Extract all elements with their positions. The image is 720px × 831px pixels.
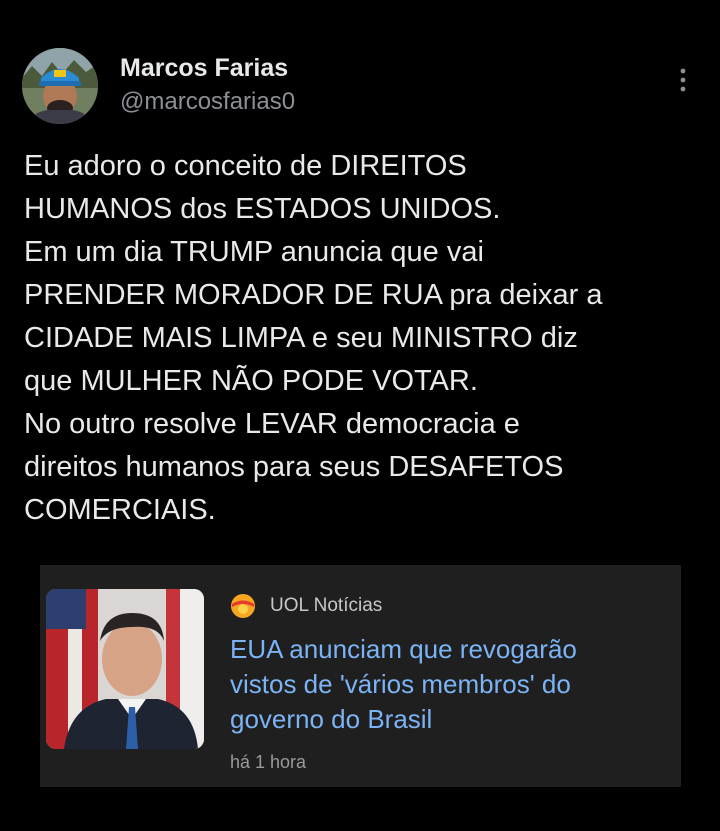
news-thumbnail-image bbox=[46, 589, 204, 749]
more-vertical-icon bbox=[680, 68, 686, 92]
news-timestamp: há 1 hora bbox=[230, 752, 307, 772]
tweet-text-line: PRENDER MORADOR DE RUA pra deixar a bbox=[24, 279, 603, 311]
news-thumbnail bbox=[46, 589, 204, 749]
tweet-text-line: COMERCIAIS. bbox=[24, 494, 216, 526]
news-headline-line: vistos de 'vários membros' do bbox=[230, 669, 571, 699]
tweet-text-line: CIDADE MAIS LIMPA e seu MINISTRO diz bbox=[24, 322, 578, 354]
tweet-text-line: No outro resolve LEVAR democracia e bbox=[24, 408, 520, 440]
uol-logo-icon bbox=[231, 594, 255, 618]
more-options-button[interactable] bbox=[674, 66, 692, 94]
tweet-text-line: HUMANOS dos ESTADOS UNIDOS. bbox=[24, 193, 501, 225]
news-headline-line: governo do Brasil bbox=[230, 704, 433, 734]
news-headline-line: EUA anunciam que revogarão bbox=[230, 634, 577, 664]
tweet-text-line: Eu adoro o conceito de DIREITOS bbox=[24, 150, 467, 182]
news-headline[interactable]: EUA anunciam que revogarão vistos de 'vá… bbox=[230, 632, 670, 737]
news-source-name: UOL Notícias bbox=[270, 595, 383, 616]
author-handle[interactable]: @marcosfarias0 bbox=[120, 88, 295, 116]
tweet-text-line: Em um dia TRUMP anuncia que vai bbox=[24, 236, 484, 268]
author-name[interactable]: Marcos Farias bbox=[120, 54, 288, 83]
news-card[interactable]: UOL Notícias EUA anunciam que revogarão … bbox=[40, 565, 681, 787]
tweet-header: Marcos Farias @marcosfarias0 bbox=[22, 48, 698, 126]
tweet-text-line: direitos humanos para seus DESAFETOS bbox=[24, 451, 564, 483]
avatar-image bbox=[22, 48, 98, 124]
tweet-text: Eu adoro o conceito de DIREITOS HUMANOS … bbox=[24, 145, 704, 532]
avatar[interactable] bbox=[22, 48, 98, 124]
tweet-text-line: que MULHER NÃO PODE VOTAR. bbox=[24, 365, 478, 397]
